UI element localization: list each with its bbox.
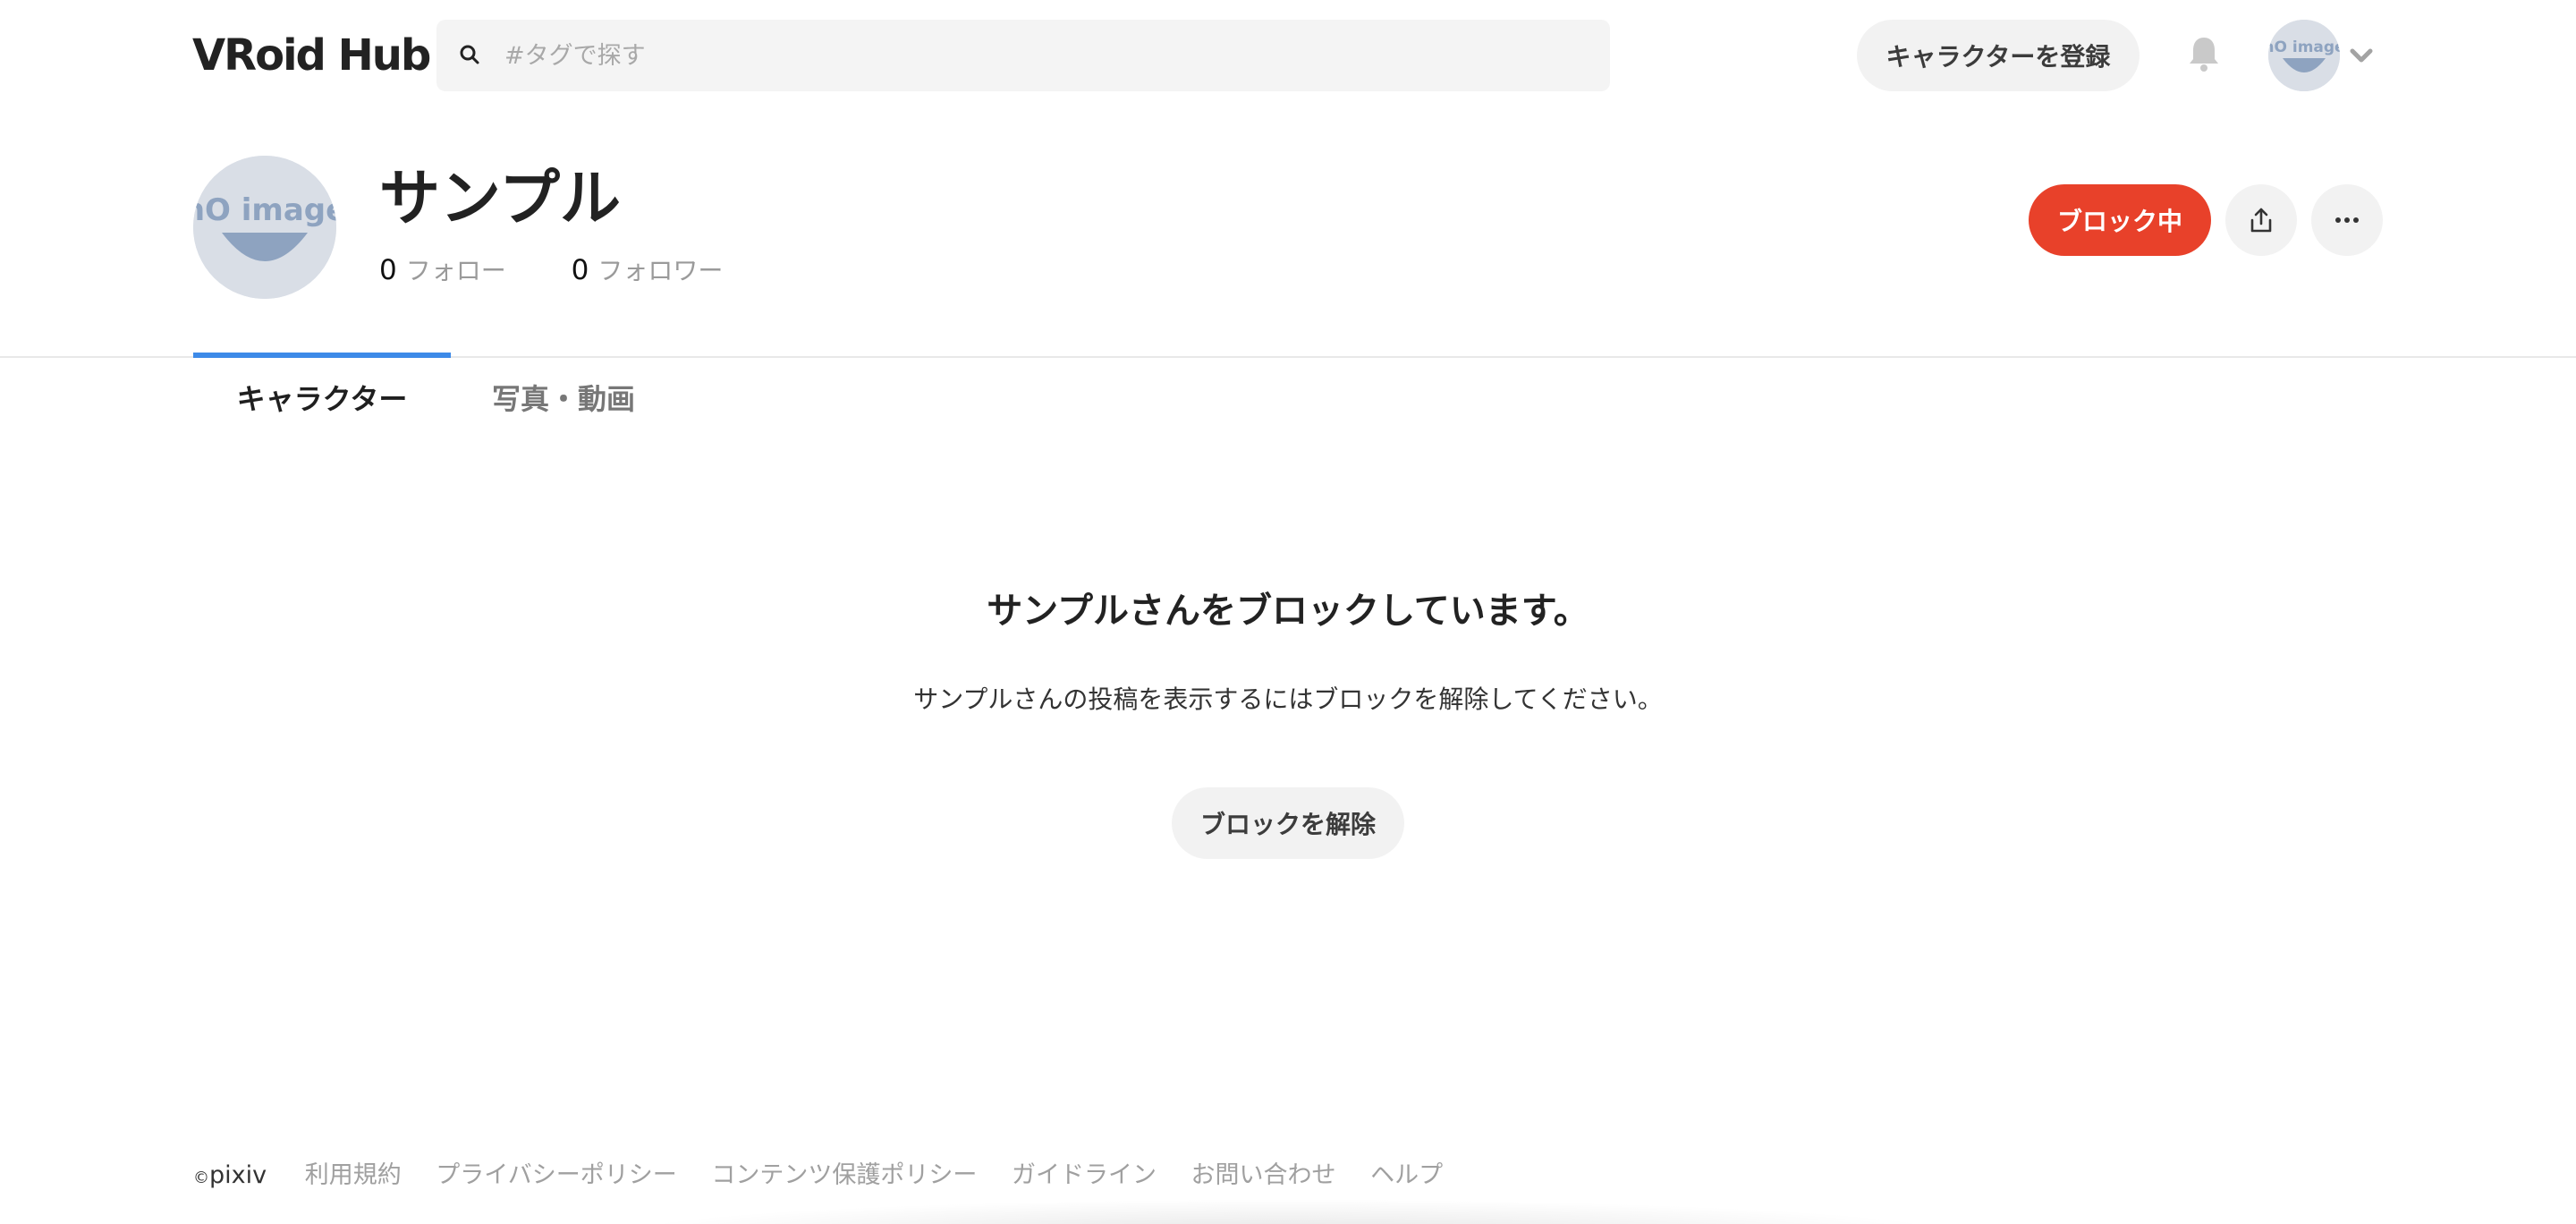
more-options-button[interactable] (2311, 184, 2383, 256)
bell-icon[interactable] (2186, 34, 2222, 73)
tab-photos-videos[interactable]: 写真・動画 (474, 358, 653, 440)
svg-text:nO image: nO image (2268, 38, 2340, 56)
footer-link-guidelines[interactable]: ガイドライン (1012, 1161, 1157, 1189)
tag-search-bar[interactable] (436, 20, 1610, 91)
copyright-symbol: © (193, 1169, 209, 1187)
chevron-down-icon[interactable] (2347, 45, 2376, 66)
follower-count: 0 (571, 254, 589, 286)
page: VRoid Hub キャラクターを登録 nO image (0, 0, 2576, 1224)
vroid-hub-logo[interactable]: VRoid Hub (192, 29, 431, 82)
unblock-button[interactable]: ブロックを解除 (1172, 787, 1404, 859)
tab-characters[interactable]: キャラクター (193, 353, 451, 440)
footer-link-contact[interactable]: お問い合わせ (1191, 1161, 1336, 1189)
follow-label: フォロー (405, 256, 506, 285)
footer-link-content-protection[interactable]: コンテンツ保護ポリシー (711, 1161, 977, 1189)
copyright-text: pixiv (209, 1161, 267, 1189)
follower-label: フォロワー (597, 256, 724, 285)
blocked-status-button[interactable]: ブロック中 (2029, 184, 2211, 256)
footer-link-help[interactable]: ヘルプ (1370, 1161, 1443, 1189)
no-image-avatar-icon: nO image (2268, 20, 2340, 91)
follower-stat[interactable]: 0 フォロワー (572, 252, 724, 289)
top-header: VRoid Hub キャラクターを登録 nO image (0, 0, 2576, 111)
svg-text:nO image: nO image (193, 192, 336, 228)
share-icon (2250, 208, 2272, 233)
footer-link-privacy[interactable]: プライバシーポリシー (436, 1161, 676, 1189)
follow-stat[interactable]: 0 フォロー (379, 252, 506, 289)
search-icon (460, 45, 479, 64)
footer-link-terms[interactable]: 利用規約 (305, 1161, 402, 1189)
follow-count: 0 (379, 254, 397, 286)
no-image-avatar-icon: nO image (193, 156, 336, 299)
blocked-description: サンプルさんの投稿を表示するにはブロックを解除してください。 (913, 684, 1663, 714)
footer-shadow (608, 1199, 1968, 1224)
footer: ©pixiv 利用規約 プライバシーポリシー コンテンツ保護ポリシー ガイドライ… (193, 1156, 1470, 1195)
more-horizontal-icon (2335, 217, 2359, 223)
profile-stats: 0 フォロー 0 フォロワー (379, 252, 780, 289)
share-button[interactable] (2225, 184, 2297, 256)
search-input[interactable] (504, 20, 1578, 91)
register-character-button[interactable]: キャラクターを登録 (1857, 20, 2140, 91)
profile-name: サンプル (379, 164, 621, 234)
user-avatar[interactable]: nO image (2268, 20, 2340, 91)
profile-avatar: nO image (193, 156, 336, 299)
blocked-title: サンプルさんをブロックしています。 (987, 591, 1589, 632)
copyright: ©pixiv (193, 1161, 267, 1189)
